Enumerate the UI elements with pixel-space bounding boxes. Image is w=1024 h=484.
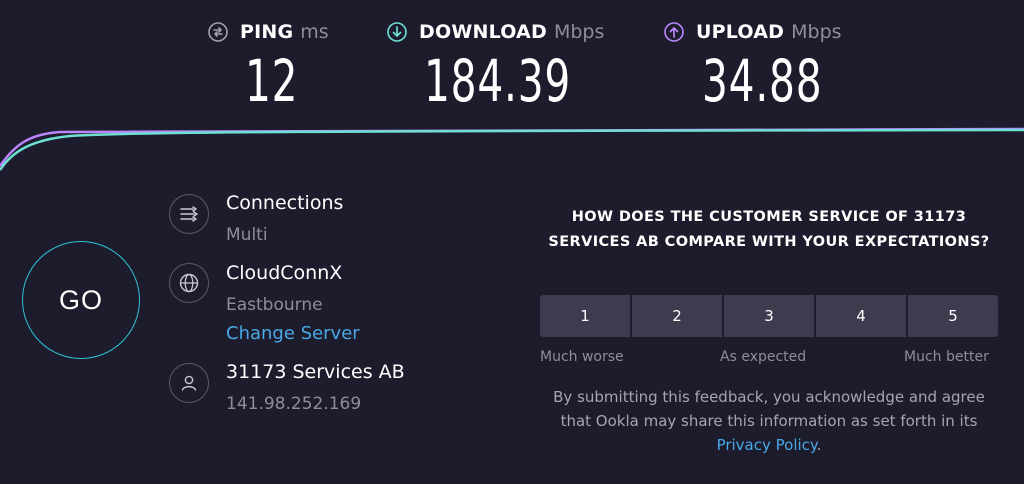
rating-scale: 1 2 3 4 5 xyxy=(540,295,998,337)
connections-icon xyxy=(169,194,209,234)
scale-label-high: Much better xyxy=(904,349,989,365)
download-value: 184.39 xyxy=(424,47,572,115)
rating-option-3[interactable]: 3 xyxy=(724,295,814,337)
server-name: CloudConnX xyxy=(226,262,343,284)
upload-value: 34.88 xyxy=(702,47,823,115)
server-location: Eastbourne xyxy=(226,295,323,315)
provider-ip: 141.98.252.169 xyxy=(226,394,362,414)
user-icon xyxy=(169,363,209,403)
download-label: DOWNLOAD xyxy=(419,21,547,43)
scale-label-low: Much worse xyxy=(540,349,624,365)
rating-option-1[interactable]: 1 xyxy=(540,295,630,337)
rating-option-4[interactable]: 4 xyxy=(816,295,906,337)
privacy-policy-link[interactable]: Privacy Policy xyxy=(717,436,817,454)
download-graph-line xyxy=(0,128,1024,171)
globe-icon xyxy=(169,263,209,303)
ping-value: 12 xyxy=(245,47,299,115)
ping-icon xyxy=(208,22,228,42)
speedtest-result-panel: PING ms 12 DOWNLOAD Mbps 184.39 UPLOAD M… xyxy=(0,0,1024,484)
go-button[interactable]: GO xyxy=(22,241,140,359)
ping-metric: PING ms 12 xyxy=(208,18,329,112)
survey-question: HOW DOES THE CUSTOMER SERVICE OF 31173 S… xyxy=(548,209,990,250)
feedback-disclaimer: By submitting this feedback, you acknowl… xyxy=(540,385,998,457)
upload-arrow-icon xyxy=(664,22,684,42)
upload-metric: UPLOAD Mbps 34.88 xyxy=(664,18,842,112)
download-unit: Mbps xyxy=(553,21,605,43)
go-label: GO xyxy=(58,284,103,315)
ping-unit: ms xyxy=(300,21,329,43)
disclaimer-text: By submitting this feedback, you acknowl… xyxy=(553,388,985,430)
download-arrow-icon xyxy=(387,22,407,42)
provider-name: 31173 Services AB xyxy=(226,361,405,383)
disclaimer-end: . xyxy=(816,436,822,454)
speed-graph xyxy=(0,127,1024,171)
connections-value: Multi xyxy=(226,225,268,245)
ping-label: PING xyxy=(240,21,294,43)
change-server-link[interactable]: Change Server xyxy=(226,323,360,344)
connections-title: Connections xyxy=(226,192,344,214)
upload-unit: Mbps xyxy=(791,21,842,43)
rating-option-2[interactable]: 2 xyxy=(632,295,722,337)
rating-option-5[interactable]: 5 xyxy=(908,295,998,337)
scale-label-mid: As expected xyxy=(720,349,807,365)
upload-label: UPLOAD xyxy=(696,21,785,43)
download-metric: DOWNLOAD Mbps 184.39 xyxy=(387,18,605,112)
